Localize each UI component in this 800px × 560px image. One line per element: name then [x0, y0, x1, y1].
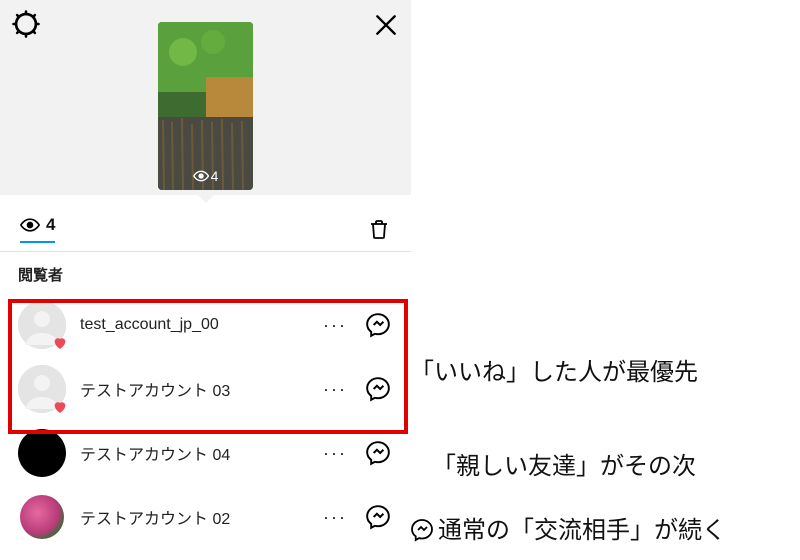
heart-icon [52, 399, 68, 415]
heart-icon [52, 335, 68, 351]
story-viewers-panel: 4 4 閲覧者 test_acco [0, 0, 411, 560]
viewer-row: テストアカウント 04 ··· [0, 421, 411, 485]
avatar[interactable] [18, 429, 66, 477]
username[interactable]: test_account_jp_00 [80, 316, 309, 334]
story-view-count-overlay: 4 [193, 168, 219, 184]
viewers-heading: 閲覧者 [0, 252, 411, 293]
annotation-close-friends: 「親しい友達」がその次 [432, 446, 696, 481]
viewer-row: テストアカウント 02 ··· [0, 485, 411, 549]
messenger-icon [410, 518, 434, 549]
messenger-icon[interactable] [365, 440, 391, 466]
more-icon[interactable]: ··· [323, 315, 347, 336]
annotation-regular: 通常の「交流相手」が続く [410, 510, 726, 549]
username[interactable]: テストアカウント 02 [80, 505, 309, 529]
view-count-value: 4 [46, 215, 55, 235]
view-count-tab[interactable]: 4 [20, 215, 55, 243]
gear-icon[interactable] [12, 10, 40, 38]
viewer-row: test_account_jp_00 ··· [0, 293, 411, 357]
close-icon[interactable] [373, 12, 399, 38]
messenger-icon[interactable] [365, 312, 391, 338]
story-thumbnail[interactable]: 4 [158, 22, 253, 190]
stats-row: 4 [0, 195, 411, 251]
username[interactable]: テストアカウント 04 [80, 441, 309, 465]
annotation-liked-priority: 「いいね」した人が最優先 [410, 352, 698, 387]
story-header-area: 4 [0, 0, 411, 195]
messenger-icon[interactable] [365, 504, 391, 530]
avatar[interactable] [18, 493, 66, 541]
avatar[interactable] [18, 365, 66, 413]
more-icon[interactable]: ··· [323, 379, 347, 400]
trash-icon[interactable] [367, 217, 391, 241]
viewer-row: テストアカウント 03 ··· [0, 357, 411, 421]
avatar[interactable] [18, 301, 66, 349]
messenger-icon[interactable] [365, 376, 391, 402]
more-icon[interactable]: ··· [323, 507, 347, 528]
username[interactable]: テストアカウント 03 [80, 377, 309, 401]
more-icon[interactable]: ··· [323, 443, 347, 464]
